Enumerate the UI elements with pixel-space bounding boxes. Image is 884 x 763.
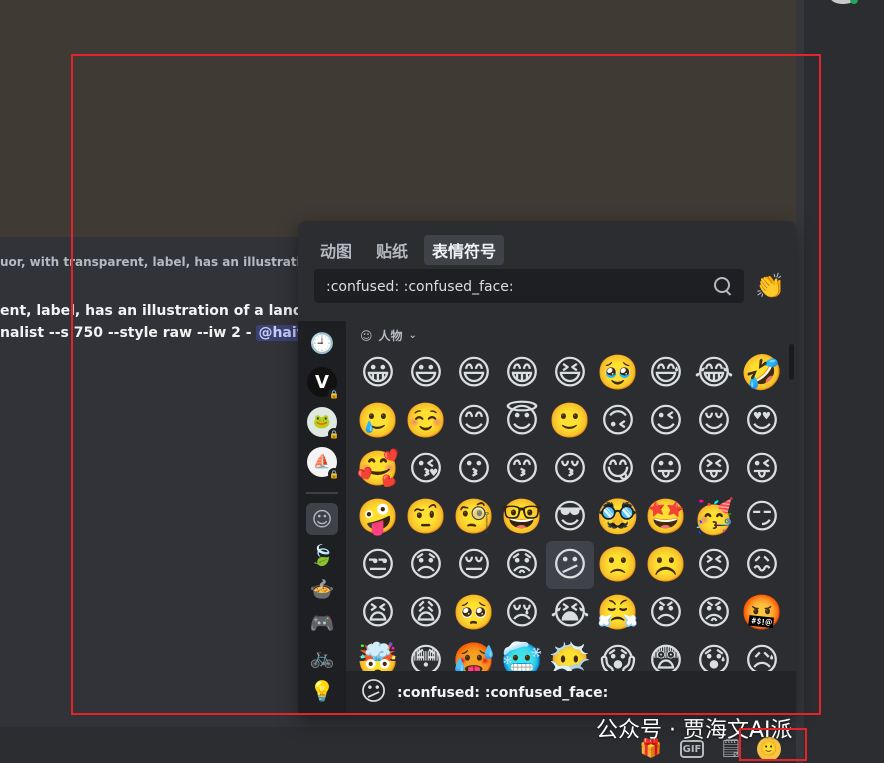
- highlight-box-emoji-button: [739, 728, 807, 761]
- highlight-box: [71, 54, 821, 715]
